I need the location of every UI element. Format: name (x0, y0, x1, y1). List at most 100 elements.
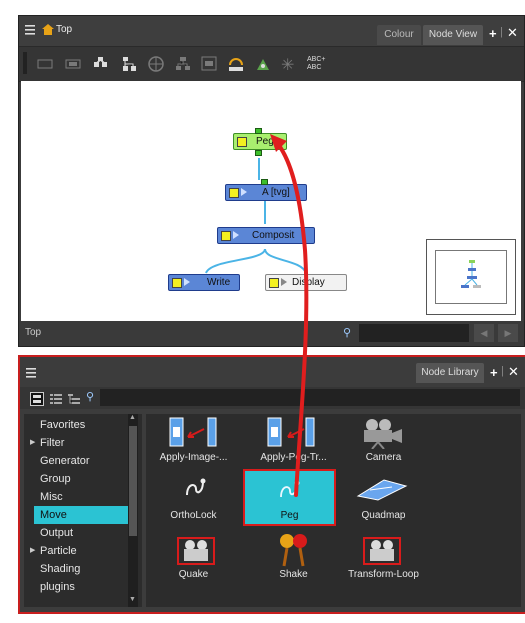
scroll-up-icon[interactable]: ▲ (129, 414, 136, 421)
display-icon[interactable] (37, 59, 53, 72)
tile-peg[interactable]: Peg (243, 469, 336, 526)
node-peg[interactable]: Peg (233, 133, 287, 150)
icon-view-icon[interactable] (30, 392, 44, 406)
library-search-input[interactable] (100, 389, 520, 406)
globe-icon[interactable] (147, 55, 165, 76)
node-search-input[interactable] (359, 324, 469, 342)
close-panel-icon[interactable]: ✕ (507, 25, 518, 41)
scrollbar-thumb[interactable] (129, 426, 137, 536)
close-panel-icon[interactable]: ✕ (508, 364, 519, 380)
category-label: Misc (40, 491, 63, 503)
node-graph-canvas[interactable]: Peg A [tvg] Composit Write Display (21, 81, 521, 321)
category-label: Shading (40, 563, 81, 575)
transform-loop-icon[interactable] (362, 534, 402, 568)
category-generator[interactable]: Generator (40, 452, 120, 470)
category-move[interactable]: Move (34, 506, 130, 524)
node-view-panel: Top Colour Node View + | ✕ ✳ ABC+ ABC Pe… (18, 15, 525, 347)
menu-icon[interactable] (25, 24, 37, 36)
node-port[interactable] (255, 128, 262, 134)
node-color-swatch (172, 278, 182, 288)
category-filter[interactable]: ▶ Filter (30, 434, 120, 452)
camera-group-icon[interactable] (255, 56, 271, 75)
network-icon[interactable] (175, 56, 191, 75)
node-expand-icon (281, 278, 287, 286)
scroll-right-button[interactable]: ▶ (498, 324, 518, 342)
shake-icon[interactable] (276, 532, 310, 568)
home-icon[interactable] (41, 23, 55, 36)
tile-label: Apply-Peg-Tr... (260, 452, 327, 463)
list-view-icon[interactable] (50, 393, 62, 408)
tab-node-library[interactable]: Node Library (416, 363, 484, 383)
node-display[interactable]: Display (265, 274, 347, 291)
tile-label: Camera (365, 452, 402, 463)
node-library-panel: Node Library + | ✕ ⚲ Favorites ▶ Filter G… (18, 355, 525, 614)
preview-icon[interactable] (65, 59, 81, 72)
navigator-preview-icon (461, 260, 481, 288)
category-misc[interactable]: Misc (40, 488, 120, 506)
peg-mode-icon[interactable] (227, 55, 245, 76)
menu-icon[interactable] (26, 367, 38, 379)
tile-label: Apply-Image-... (159, 452, 228, 463)
category-favorites[interactable]: Favorites (40, 416, 120, 434)
category-label: Group (40, 473, 71, 485)
peg-icon (280, 480, 300, 498)
node-expand-icon (241, 188, 247, 196)
node-view-status-bar: Top ⚲ ◀ ▶ (19, 321, 524, 346)
apply-image-transform-icon[interactable] (164, 417, 224, 449)
branch-icon[interactable] (121, 56, 137, 75)
expand-arrow-icon[interactable]: ▶ (30, 434, 35, 452)
category-list[interactable]: Favorites ▶ Filter Generator Group Misc M… (24, 414, 142, 607)
add-node-icon[interactable] (93, 56, 109, 75)
expand-arrow-icon[interactable]: ▶ (30, 542, 35, 560)
node-write[interactable]: Write (168, 274, 240, 291)
backdrop-icon[interactable] (201, 56, 217, 75)
category-label: plugins (40, 581, 75, 593)
scroll-down-icon[interactable]: ▼ (129, 596, 136, 603)
quadmap-icon[interactable] (356, 478, 408, 502)
search-icon: ⚲ (343, 327, 352, 339)
category-label: Particle (40, 545, 77, 557)
node-color-swatch (237, 137, 247, 147)
tile-label: Shake (279, 569, 308, 580)
category-label: Favorites (40, 419, 86, 431)
add-panel-icon[interactable]: + (489, 26, 497, 41)
category-label: Filter (40, 437, 65, 449)
abc-text-icon[interactable]: ABC+ ABC (307, 56, 329, 72)
node-port[interactable] (255, 150, 262, 156)
category-scrollbar[interactable]: ▲ ▼ (128, 414, 138, 607)
node-composite[interactable]: Composit (217, 227, 315, 244)
apply-peg-transform-icon[interactable] (264, 417, 324, 449)
separator-icon: | (501, 365, 504, 377)
add-panel-icon[interactable]: + (490, 365, 498, 380)
category-shading[interactable]: Shading (40, 560, 120, 578)
tile-label: OrthoLock (170, 510, 217, 521)
node-label: Peg (256, 136, 274, 147)
tree-view-icon[interactable] (68, 393, 80, 408)
node-port[interactable] (261, 179, 268, 185)
star-icon[interactable]: ✳ (281, 55, 294, 75)
category-plugins[interactable]: plugins (40, 578, 120, 596)
node-label: Composit (252, 230, 295, 241)
node-tile-grid: Apply-Image-... Apply-Peg-Tr... Camera O… (146, 414, 521, 607)
ortholock-icon[interactable] (184, 477, 206, 499)
node-expand-icon (233, 231, 239, 239)
scroll-left-button[interactable]: ◀ (474, 324, 494, 342)
category-label: Move (40, 509, 67, 521)
camera-icon[interactable] (356, 417, 406, 449)
category-group[interactable]: Group (40, 470, 120, 488)
breadcrumb[interactable]: Top (56, 24, 72, 35)
node-expand-icon (184, 278, 190, 286)
node-color-swatch (221, 231, 231, 241)
node-color-swatch (229, 188, 239, 198)
separator-icon: | (500, 26, 503, 38)
tab-colour[interactable]: Colour (377, 25, 421, 45)
tile-label: Peg (280, 510, 299, 521)
node-color-swatch (269, 278, 279, 288)
tab-node-view[interactable]: Node View (423, 25, 483, 45)
node-drawing-a[interactable]: A [tvg] (225, 184, 307, 201)
navigator-thumbnail[interactable] (426, 239, 516, 315)
category-output[interactable]: Output (40, 524, 120, 542)
category-particle[interactable]: ▶ Particle (30, 542, 120, 560)
quake-icon[interactable] (176, 534, 216, 568)
tile-label: Quadmap (361, 510, 406, 521)
